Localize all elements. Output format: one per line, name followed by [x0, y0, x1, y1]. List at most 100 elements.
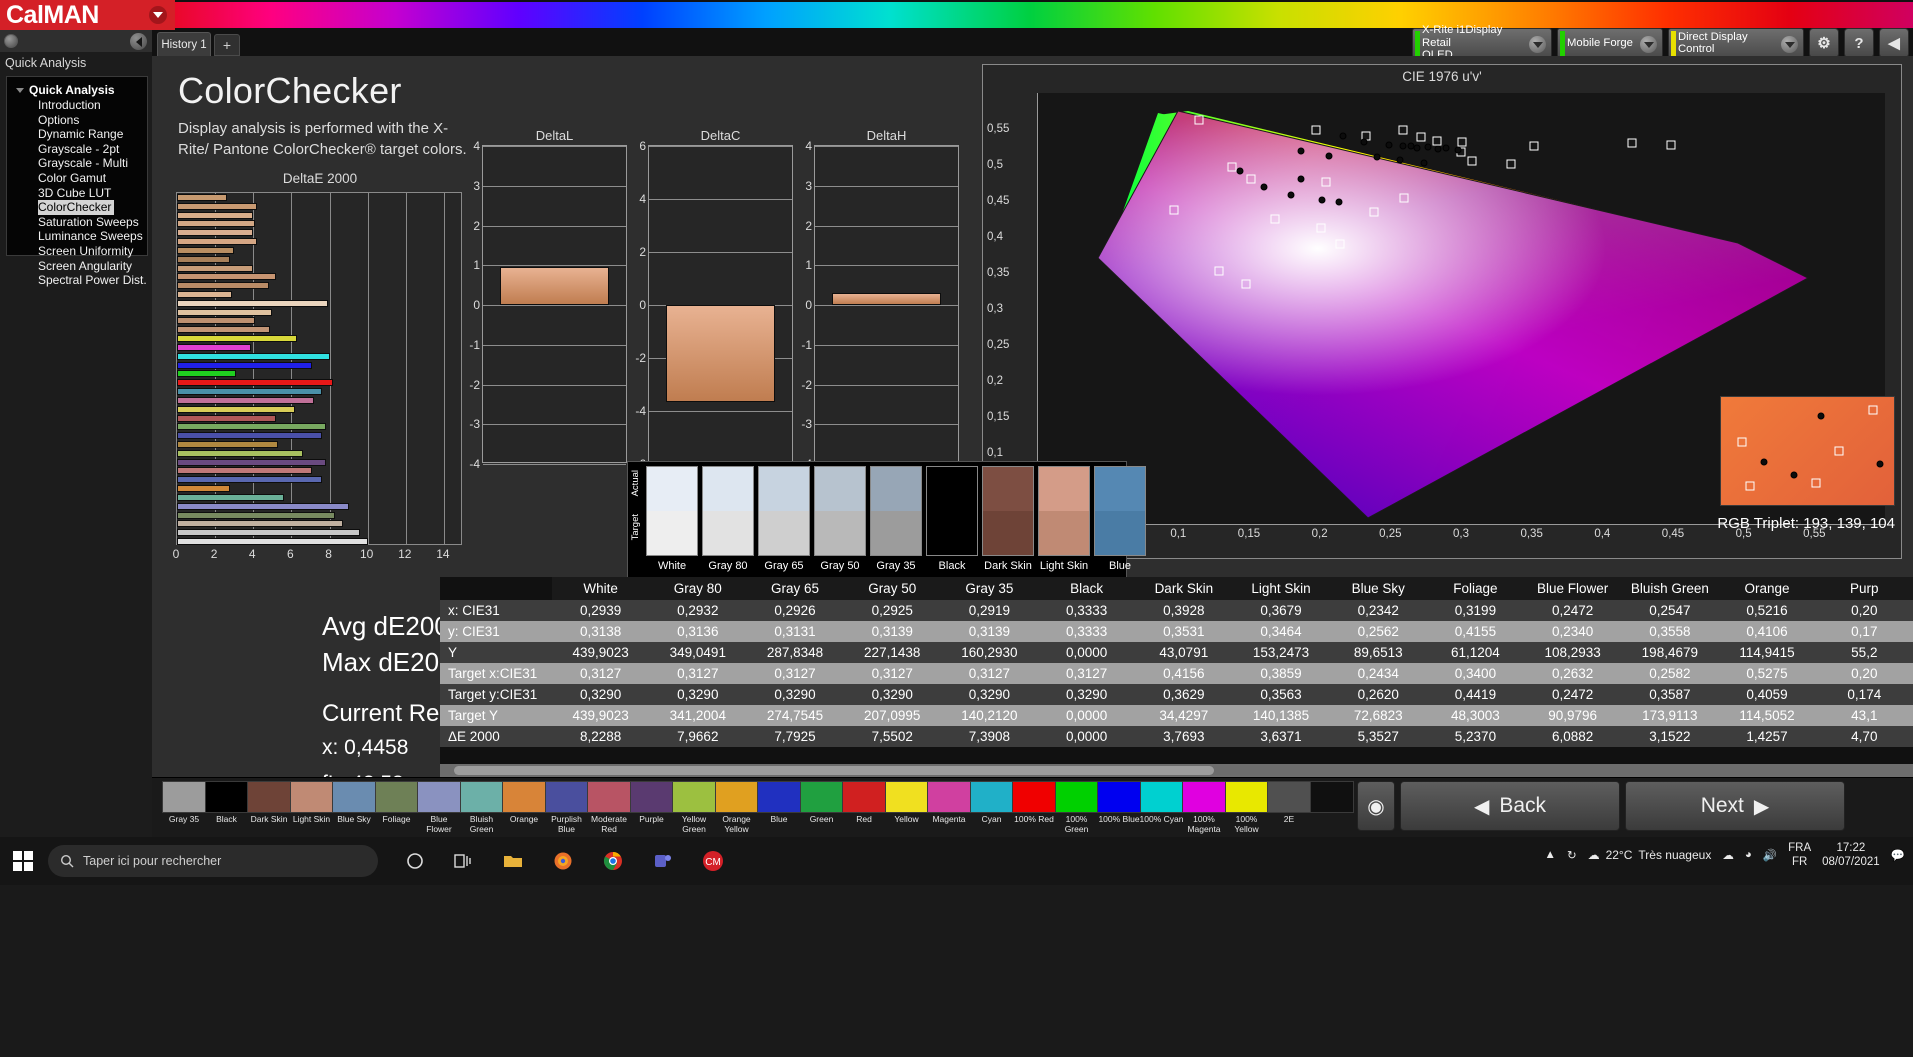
table-column-header[interactable]: Gray 50 — [843, 577, 941, 600]
notification-icon[interactable]: 💬 — [1891, 848, 1905, 862]
next-button[interactable]: Next ▶ — [1625, 781, 1845, 831]
swatch-column[interactable]: Gray 50 — [814, 466, 866, 572]
tab-add-button[interactable]: + — [214, 34, 240, 56]
table-row[interactable]: y: CIE31 0,3138 0,3136 0,3131 0,3139 0,3139 0,… — [440, 621, 1913, 642]
sidebar-item-3d-cube-lut[interactable]: 3D Cube LUT — [7, 186, 147, 201]
chevron-left-icon[interactable]: ◀ — [1879, 28, 1909, 58]
table-column-header[interactable]: Blue Flower — [1524, 577, 1622, 600]
bottom-swatch[interactable]: 100% Magenta — [1182, 781, 1226, 834]
swatch-column[interactable]: Light Skin — [1038, 466, 1090, 572]
calman-taskbar-icon[interactable]: CM — [698, 846, 728, 876]
bottom-swatch[interactable]: Blue Flower — [417, 781, 461, 834]
table-row[interactable]: Target x:CIE31 0,3127 0,3127 0,3127 0,3127 0,… — [440, 663, 1913, 684]
table-row[interactable]: x: CIE31 0,2939 0,2932 0,2926 0,2925 0,2919 0,… — [440, 600, 1913, 621]
source-chevron-down-icon[interactable] — [1640, 36, 1657, 53]
sidebar-item-screen-angularity[interactable]: Screen Angularity — [7, 259, 147, 274]
sidebar-item-introduction[interactable]: Introduction — [7, 98, 147, 113]
table-column-header[interactable]: Gray 80 — [649, 577, 747, 600]
tray-sync-icon[interactable]: ↻ — [1567, 848, 1577, 862]
sidebar-item-colorchecker[interactable]: ColorChecker — [7, 200, 147, 215]
table-column-header[interactable]: Dark Skin — [1135, 577, 1233, 600]
sidebar-item-saturation-sweeps[interactable]: Saturation Sweeps — [7, 215, 147, 230]
bottom-swatch[interactable]: Yellow — [884, 781, 929, 825]
bottom-swatch[interactable]: Light Skin — [289, 781, 334, 825]
bottom-swatch[interactable]: Yellow Green — [672, 781, 716, 834]
meter-chevron-down-icon[interactable] — [1529, 36, 1546, 53]
bottom-swatch[interactable]: Magenta — [927, 781, 971, 825]
table-row[interactable]: Y 439,9023 349,0491 287,8348 227,1438 160,293… — [440, 642, 1913, 663]
clock[interactable]: 17:22 08/07/2021 — [1822, 841, 1880, 869]
sidebar-item-spectral-power-dist[interactable]: Spectral Power Dist. — [7, 273, 147, 288]
twisty-icon[interactable] — [16, 88, 24, 93]
swatch-column[interactable]: Black — [926, 466, 978, 572]
table-row[interactable]: Target Y 439,9023 341,2004 274,7545 207,0995… — [440, 705, 1913, 726]
bottom-swatch[interactable]: Foliage — [374, 781, 419, 825]
chrome-icon[interactable] — [598, 846, 628, 876]
bottom-swatch[interactable]: 100% Green — [1054, 781, 1099, 834]
table-column-header[interactable]: Gray 65 — [746, 577, 844, 600]
sidebar-item-grayscale-multi[interactable]: Grayscale - Multi — [7, 156, 147, 171]
table-column-header[interactable]: Orange — [1718, 577, 1816, 600]
sidebar-item-screen-uniformity[interactable]: Screen Uniformity — [7, 244, 147, 259]
sidebar-item-luminance-sweeps[interactable]: Luminance Sweeps — [7, 229, 147, 244]
task-view-icon[interactable] — [448, 846, 478, 876]
meter-dropdown[interactable]: X-Rite i1Display RetailOLED — [1412, 24, 1552, 61]
bottom-swatch[interactable]: Gray 35 — [162, 781, 206, 825]
table-column-header[interactable]: Foliage — [1426, 577, 1525, 600]
table-scrollbar[interactable] — [440, 764, 1913, 777]
bottom-swatch[interactable]: Black — [204, 781, 249, 825]
control-chevron-down-icon[interactable] — [1781, 36, 1798, 53]
sidebar-root-item[interactable]: Quick Analysis — [7, 82, 147, 98]
bottom-swatch[interactable]: Purple — [629, 781, 674, 825]
sidebar-item-dynamic-range[interactable]: Dynamic Range — [7, 127, 147, 142]
firefox-icon[interactable] — [548, 846, 578, 876]
sidebar-record-icon[interactable] — [4, 34, 18, 48]
sidebar-item-grayscale-2pt[interactable]: Grayscale - 2pt — [7, 142, 147, 157]
bottom-swatch[interactable]: Dark Skin — [247, 781, 291, 825]
table-column-header[interactable]: Purp — [1815, 577, 1913, 600]
table-row[interactable]: ΔE 2000 8,2288 7,9662 7,7925 7,5502 7,3908 0,0… — [440, 726, 1913, 747]
tray-onedrive-icon[interactable]: ☁ — [1722, 848, 1734, 862]
tray-chevron-up-icon[interactable]: ▲ — [1545, 849, 1556, 861]
table-column-header[interactable]: Bluish Green — [1621, 577, 1719, 600]
swatch-column[interactable]: Gray 35 — [870, 466, 922, 572]
bottom-swatch[interactable]: Blue Sky — [332, 781, 376, 825]
tab-history-1[interactable]: History 1 — [157, 32, 211, 56]
app-menu-caret-icon[interactable] — [149, 6, 167, 24]
measurement-table[interactable]: White Gray 80 Gray 65 Gray 50 Gray 35 Black Da… — [440, 577, 1913, 777]
bottom-swatch[interactable]: 100% Red — [1012, 781, 1056, 825]
bottom-swatch[interactable]: Red — [842, 781, 886, 825]
swatch-column[interactable]: Dark Skin — [982, 466, 1034, 572]
teams-icon[interactable] — [648, 846, 678, 876]
sidebar-item-options[interactable]: Options — [7, 113, 147, 128]
swatch-column[interactable]: Gray 80 — [702, 466, 754, 572]
windows-start-icon[interactable] — [5, 843, 41, 879]
bottom-swatch[interactable]: 2E — [1267, 781, 1311, 825]
bottom-swatch[interactable]: Orange Yellow — [714, 781, 759, 834]
table-column-header[interactable]: Blue Sky — [1329, 577, 1427, 600]
table-row[interactable]: Target y:CIE31 0,3290 0,3290 0,3290 0,3290 0,… — [440, 684, 1913, 705]
swatch-column[interactable]: White — [646, 466, 698, 572]
table-column-header[interactable]: Light Skin — [1232, 577, 1330, 600]
bottom-swatch[interactable]: Blue — [757, 781, 801, 825]
language-indicator[interactable]: FRA FR — [1788, 841, 1811, 869]
back-button[interactable]: ◀ Back — [1400, 781, 1620, 831]
table-column-header[interactable]: White — [552, 577, 650, 600]
bottom-swatch[interactable]: Purplish Blue — [544, 781, 589, 834]
gear-icon[interactable]: ⚙ — [1809, 28, 1839, 58]
weather-widget[interactable]: ☁ 22°C Très nuageux — [1588, 848, 1712, 862]
bottom-swatch[interactable]: Moderate Red — [587, 781, 631, 834]
taskbar-search-input[interactable]: Taper ici pour rechercher — [48, 845, 378, 877]
swatch-column[interactable]: Blue — [1094, 466, 1146, 572]
table-scroll-thumb[interactable] — [454, 766, 1214, 775]
bottom-swatch[interactable] — [1309, 781, 1354, 815]
table-column-header[interactable]: Gray 35 — [940, 577, 1039, 600]
bottom-swatch[interactable]: Bluish Green — [459, 781, 504, 834]
tray-volume-icon[interactable]: 🔊 — [1763, 848, 1777, 862]
source-dropdown[interactable]: Mobile Forge — [1557, 28, 1663, 58]
swatch-column[interactable]: Gray 65 — [758, 466, 810, 572]
tray-network-icon[interactable]: ◕ — [1745, 849, 1752, 861]
target-icon[interactable]: ◉ — [1357, 781, 1395, 831]
display-control-dropdown[interactable]: Direct Display Control — [1668, 28, 1804, 58]
sidebar-collapse-icon[interactable] — [130, 33, 147, 50]
